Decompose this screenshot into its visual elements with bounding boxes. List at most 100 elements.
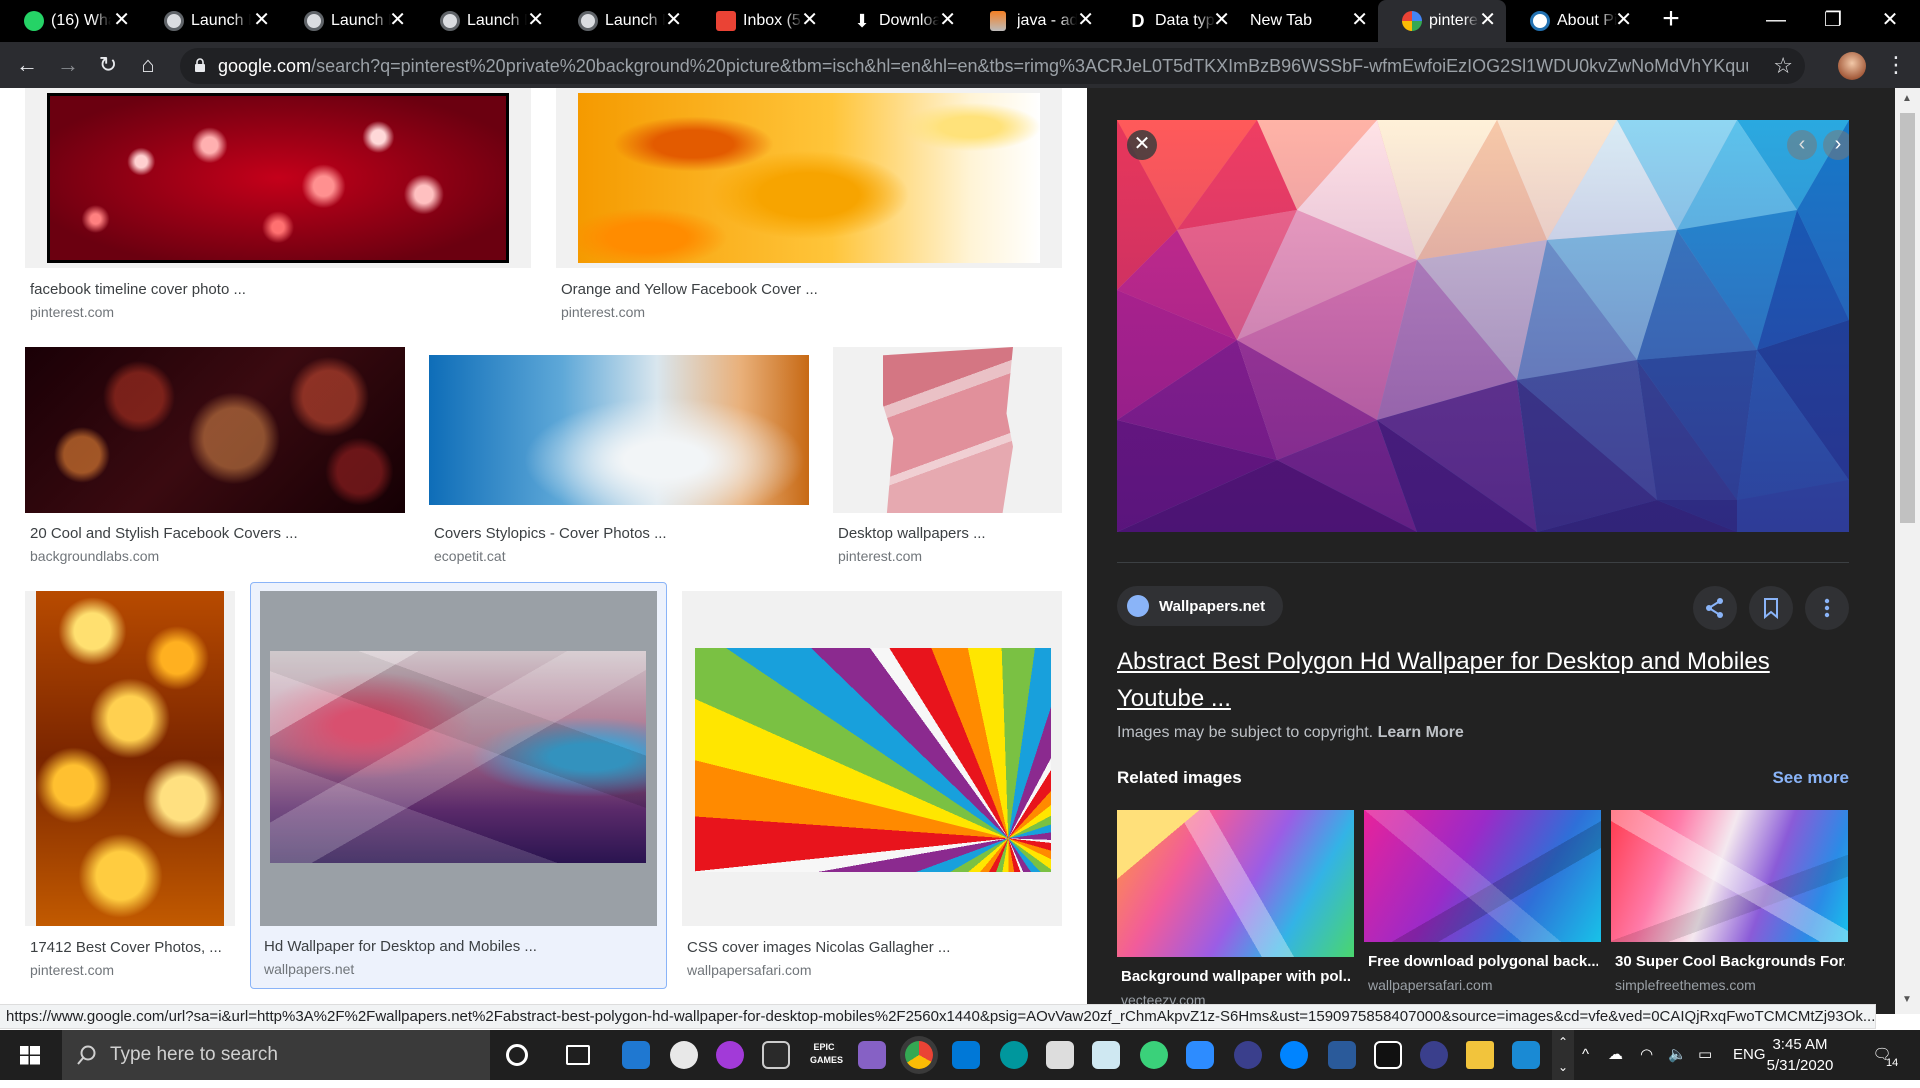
cube-app-icon[interactable] xyxy=(1046,1041,1074,1069)
result-thumbnail[interactable] xyxy=(25,347,405,513)
result-card[interactable]: Desktop wallpapers ... pinterest.com xyxy=(833,347,1062,572)
scroll-down-icon[interactable]: ▼ xyxy=(1902,994,1912,1005)
tab-launch-meeting[interactable]: Launch Meeting ✕ xyxy=(280,0,416,42)
zoom-icon[interactable] xyxy=(1186,1041,1214,1069)
see-more-link[interactable]: See more xyxy=(1772,768,1849,788)
result-title[interactable]: 20 Cool and Stylish Facebook Covers ... xyxy=(30,525,298,542)
battery-icon[interactable]: ▭ xyxy=(1698,1030,1712,1080)
result-title[interactable]: Desktop wallpapers ... xyxy=(838,525,986,542)
tab-data-types[interactable]: D Data types ✕ xyxy=(1104,0,1240,42)
result-source[interactable]: pinterest.com xyxy=(838,548,922,564)
scrollbar-thumb[interactable] xyxy=(1900,113,1915,523)
close-tab-icon[interactable]: ✕ xyxy=(113,9,130,31)
close-tab-icon[interactable]: ✕ xyxy=(665,9,682,31)
result-thumbnail[interactable] xyxy=(25,88,531,268)
instagram-icon[interactable] xyxy=(952,1041,980,1069)
unity-icon[interactable] xyxy=(762,1041,790,1069)
result-thumbnail[interactable] xyxy=(429,347,809,513)
new-tab-button[interactable]: + xyxy=(1655,4,1687,36)
visual-studio-icon[interactable] xyxy=(858,1041,886,1069)
browser-menu-icon[interactable]: ⋮ xyxy=(1884,48,1908,84)
result-card[interactable]: CSS cover images Nicolas Gallagher ... w… xyxy=(682,591,1062,991)
matlab-icon[interactable] xyxy=(1328,1041,1356,1069)
source-site-chip[interactable]: Wallpapers.net xyxy=(1117,586,1284,626)
result-source[interactable]: pinterest.com xyxy=(30,962,114,978)
start-button[interactable] xyxy=(0,1030,60,1080)
close-preview-button[interactable]: ✕ xyxy=(1127,130,1157,160)
preview-title-link[interactable]: Abstract Best Polygon Hd Wallpaper for D… xyxy=(1117,643,1849,717)
forward-arrow-icon[interactable]: → xyxy=(52,49,84,81)
tab-inbox[interactable]: Inbox (5 ✕ xyxy=(692,0,828,42)
preview-image[interactable]: ✕ ‹ › xyxy=(1117,120,1849,532)
result-source[interactable]: wallpapers.net xyxy=(264,961,354,977)
chrome-icon[interactable] xyxy=(905,1041,933,1069)
result-title[interactable]: facebook timeline cover photo ... xyxy=(30,281,246,298)
save-collection-button[interactable] xyxy=(1749,586,1793,630)
result-source[interactable]: wallpapersafari.com xyxy=(687,962,812,978)
itunes-icon[interactable] xyxy=(670,1041,698,1069)
eclipse-icon[interactable] xyxy=(1234,1041,1262,1069)
arduino-icon[interactable] xyxy=(1000,1041,1028,1069)
result-thumbnail[interactable] xyxy=(556,88,1062,268)
show-hidden-icons[interactable]: ^ xyxy=(1582,1030,1589,1080)
reload-icon[interactable]: ↻ xyxy=(92,49,124,81)
page-scrollbar[interactable]: ▲ ▼ xyxy=(1895,88,1920,1014)
close-tab-icon[interactable]: ✕ xyxy=(1213,9,1230,31)
onedrive-icon[interactable]: ☁ xyxy=(1608,1030,1623,1080)
close-tab-icon[interactable]: ✕ xyxy=(1351,9,1368,31)
maps-pin-icon[interactable] xyxy=(1140,1041,1168,1069)
scroll-up-icon[interactable]: ▲ xyxy=(1902,93,1912,104)
close-tab-icon[interactable]: ✕ xyxy=(389,9,406,31)
back-arrow-icon[interactable]: ← xyxy=(11,49,43,81)
cinema-app-icon[interactable] xyxy=(1092,1041,1120,1069)
tab-download[interactable]: ⬇ Download ✕ xyxy=(828,0,966,42)
result-title[interactable]: CSS cover images Nicolas Gallagher ... xyxy=(687,939,950,956)
close-tab-icon[interactable]: ✕ xyxy=(1615,9,1632,31)
tab-launch-meeting[interactable]: Launch Meeting ✕ xyxy=(554,0,692,42)
task-view-icon[interactable] xyxy=(566,1045,590,1065)
close-tab-icon[interactable]: ✕ xyxy=(939,9,956,31)
result-card[interactable]: 20 Cool and Stylish Facebook Covers ... … xyxy=(25,347,405,572)
result-title[interactable]: Orange and Yellow Facebook Cover ... xyxy=(561,281,818,298)
home-icon[interactable]: ⌂ xyxy=(132,49,164,81)
close-tab-icon[interactable]: ✕ xyxy=(527,9,544,31)
podcast-icon[interactable] xyxy=(716,1041,744,1069)
mail-icon[interactable] xyxy=(622,1041,650,1069)
result-title[interactable]: Hd Wallpaper for Desktop and Mobiles ... xyxy=(264,938,537,955)
close-tab-icon[interactable]: ✕ xyxy=(801,9,818,31)
cortana-icon[interactable] xyxy=(506,1044,528,1066)
result-source[interactable]: backgroundlabs.com xyxy=(30,548,159,564)
bookmark-star-icon[interactable]: ☆ xyxy=(1773,54,1793,78)
result-thumbnail[interactable] xyxy=(833,347,1062,513)
result-thumbnail[interactable] xyxy=(682,591,1062,926)
result-source[interactable]: ecopetit.cat xyxy=(434,548,506,564)
wifi-icon[interactable]: ◠ xyxy=(1640,1030,1653,1080)
tab-launch-meeting[interactable]: Launch Meeting ✕ xyxy=(416,0,554,42)
taskbar-clock[interactable]: 3:45 AM 5/31/2020 xyxy=(1755,1034,1845,1076)
more-options-button[interactable] xyxy=(1805,586,1849,630)
tab-pinterest-active[interactable]: pinterest ✕ xyxy=(1378,0,1506,42)
volume-icon[interactable]: 🔈 xyxy=(1668,1030,1687,1080)
close-window-button[interactable]: ✕ xyxy=(1862,0,1918,42)
tab-launch-meeting[interactable]: Launch Meeting ✕ xyxy=(140,0,280,42)
notifications-button[interactable]: 🗨 14 xyxy=(1862,1030,1902,1080)
messenger-icon[interactable] xyxy=(1280,1041,1308,1069)
next-image-button[interactable]: › xyxy=(1823,130,1849,160)
tab-whatsapp[interactable]: (16) WhatsApp ✕ xyxy=(0,0,140,42)
result-card[interactable]: Covers Stylopics - Cover Photos ... ecop… xyxy=(429,347,809,572)
close-tab-icon[interactable]: ✕ xyxy=(1077,9,1094,31)
close-tab-icon[interactable]: ✕ xyxy=(253,9,270,31)
share-button[interactable] xyxy=(1693,586,1737,630)
result-card[interactable]: 17412 Best Cover Photos, ... pinterest.c… xyxy=(25,591,235,991)
address-bar[interactable]: google.com/search?q=pinterest%20private%… xyxy=(180,48,1805,84)
tab-about-pinterest[interactable]: About Pinterest ✕ xyxy=(1506,0,1642,42)
tab-java[interactable]: java - add ✕ xyxy=(966,0,1104,42)
photos-icon[interactable] xyxy=(1512,1041,1540,1069)
profile-avatar[interactable] xyxy=(1838,52,1866,80)
result-source[interactable]: pinterest.com xyxy=(561,304,645,320)
epic-games-icon[interactable]: EPIC GAMES xyxy=(810,1041,843,1069)
minimize-button[interactable]: — xyxy=(1748,0,1804,42)
result-thumbnail[interactable] xyxy=(25,591,235,926)
result-card-selected[interactable]: Hd Wallpaper for Desktop and Mobiles ...… xyxy=(250,582,667,989)
close-tab-icon[interactable]: ✕ xyxy=(1479,9,1496,31)
